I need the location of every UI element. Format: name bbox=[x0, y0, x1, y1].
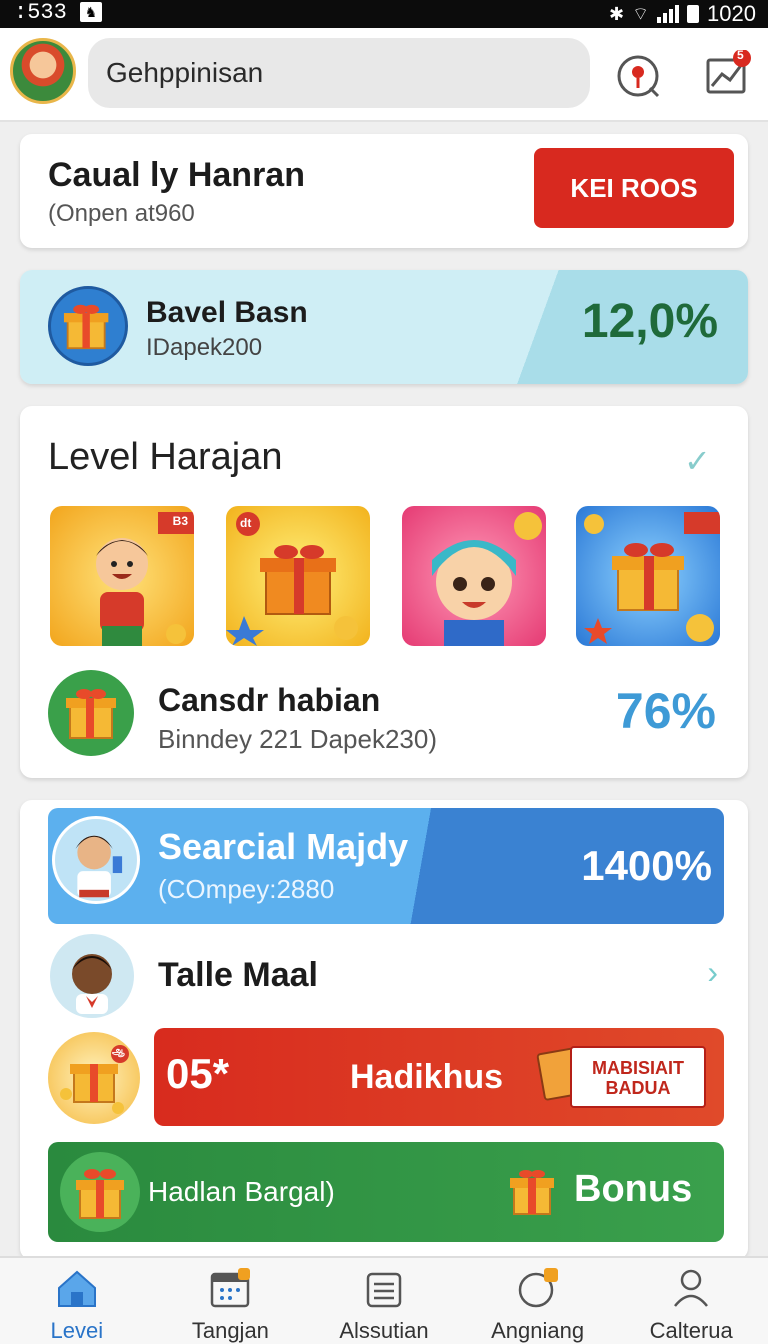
banner-subtitle: (COmpey:2880 bbox=[158, 874, 335, 904]
level-card: Level Harajan ✓ B3 dt Cansdr habian Binn… bbox=[20, 406, 748, 778]
top-bar: Gehppinisan 5 bbox=[0, 28, 768, 122]
list-icon bbox=[366, 1272, 402, 1308]
home-icon bbox=[57, 1270, 96, 1307]
nav-level[interactable]: Levei bbox=[0, 1258, 154, 1344]
check-icon[interactable]: ✓ bbox=[684, 442, 711, 480]
app-notification-icon: ♞ bbox=[80, 2, 102, 22]
promo-gift-icon: ஆ bbox=[48, 1032, 140, 1124]
chevron-right-icon: › bbox=[707, 954, 718, 990]
search-field[interactable]: Gehppinisan bbox=[88, 38, 590, 108]
user-icon bbox=[674, 1269, 709, 1307]
bonus-gift-icon bbox=[60, 1152, 140, 1232]
level-title: Level Harajan bbox=[48, 436, 283, 478]
circle-badge-icon bbox=[518, 1268, 558, 1308]
bonus-small-gift-icon bbox=[510, 1170, 554, 1215]
gift-icon bbox=[48, 286, 128, 366]
promo-badge-line2: BADUA bbox=[605, 1078, 671, 1098]
gift-progress-card[interactable]: Bavel Basn IDapek200 12,0% bbox=[20, 270, 748, 384]
promo-icon-tag: ஆ bbox=[112, 1046, 125, 1057]
banner-percent: 1400% bbox=[581, 842, 712, 889]
reward-percent: 76% bbox=[615, 683, 716, 739]
status-bar: :533 ♞ ✱ ⌔ 1020 bbox=[0, 0, 768, 28]
tile-tag: B3 bbox=[172, 514, 188, 528]
list-item[interactable]: Talle Maal › bbox=[48, 934, 724, 1018]
nav-label: Calterua bbox=[649, 1318, 733, 1343]
level-tile-boy[interactable]: B3 bbox=[50, 506, 194, 646]
promo-label: Hadikhus bbox=[350, 1058, 504, 1096]
nav-label: Tangjan bbox=[191, 1318, 269, 1343]
special-card: Searcial Majdy (COmpey:2880 1400% Talle … bbox=[20, 800, 748, 1260]
nav-angniang[interactable]: Angniang bbox=[461, 1258, 615, 1344]
reward-subtitle: Binndey 221 Dapek230) bbox=[158, 724, 437, 754]
bluetooth-icon: ✱ bbox=[609, 3, 625, 24]
nav-label: Levei bbox=[50, 1318, 104, 1343]
nav-label: Angniang bbox=[491, 1318, 585, 1343]
location-pin-icon[interactable] bbox=[614, 52, 662, 100]
banner-avatar bbox=[52, 816, 140, 904]
calendar-icon bbox=[211, 1268, 251, 1308]
battery-icon bbox=[687, 5, 700, 23]
level-tile-blue-gift[interactable] bbox=[576, 506, 720, 646]
row-avatar bbox=[50, 934, 134, 1018]
nav-tangjan[interactable]: Tangjan bbox=[154, 1258, 308, 1344]
gift-percent: 12,0% bbox=[581, 295, 718, 348]
bonus-button[interactable]: Bonus bbox=[574, 1168, 692, 1211]
promo-banner[interactable]: 05* Hadikhus MABISIAIT BADUA bbox=[154, 1028, 724, 1126]
gift-subtitle: IDapek200 bbox=[146, 334, 263, 361]
account-title: Caual ly Hanran bbox=[48, 156, 305, 194]
promo-badge-line1: MABISIAIT bbox=[592, 1058, 684, 1078]
tile-tag: dt bbox=[240, 516, 252, 530]
bonus-label: Hadlan Bargal) bbox=[148, 1176, 335, 1207]
level-tile-face[interactable] bbox=[402, 506, 546, 646]
banner-title: Searcial Majdy bbox=[158, 826, 409, 867]
reward-gift-icon bbox=[48, 670, 134, 756]
status-icons: ✱ ⌔ 1020 bbox=[609, 0, 756, 28]
profile-avatar[interactable] bbox=[10, 38, 76, 104]
wifi-icon: ⌔ bbox=[632, 3, 650, 24]
account-subtitle: (Onpen at960 bbox=[48, 200, 195, 227]
reward-title: Cansdr habian bbox=[158, 682, 381, 718]
promo-badge[interactable]: MABISIAIT BADUA bbox=[570, 1046, 706, 1108]
bottom-nav: Levei Tangjan Alssutian Angniang Calteru… bbox=[0, 1256, 768, 1344]
promo-number: 05* bbox=[166, 1050, 230, 1097]
gift-title: Bavel Basn bbox=[146, 296, 308, 329]
status-clock: 1020 bbox=[707, 1, 756, 26]
row-label: Talle Maal bbox=[158, 956, 318, 994]
level-tile-gift[interactable]: dt bbox=[226, 506, 370, 646]
trend-chart-icon bbox=[706, 49, 751, 94]
search-text: Gehppinisan bbox=[106, 57, 264, 88]
special-banner[interactable]: Searcial Majdy (COmpey:2880 1400% bbox=[48, 808, 724, 924]
account-card: Caual ly Hanran (Onpen at960 KEI ROOS bbox=[20, 134, 748, 248]
notification-badge: 5 bbox=[737, 48, 744, 62]
nav-alssutian[interactable]: Alssutian bbox=[307, 1258, 461, 1344]
nav-calterua[interactable]: Calterua bbox=[614, 1258, 768, 1344]
status-time: :533 bbox=[14, 0, 67, 25]
nav-label: Alssutian bbox=[339, 1318, 429, 1343]
trend-chart-button[interactable]: 5 bbox=[704, 48, 752, 98]
bonus-banner[interactable]: Hadlan Bargal) Bonus bbox=[48, 1142, 724, 1242]
signal-icon bbox=[657, 5, 680, 23]
action-button[interactable]: KEI ROOS bbox=[534, 148, 734, 228]
